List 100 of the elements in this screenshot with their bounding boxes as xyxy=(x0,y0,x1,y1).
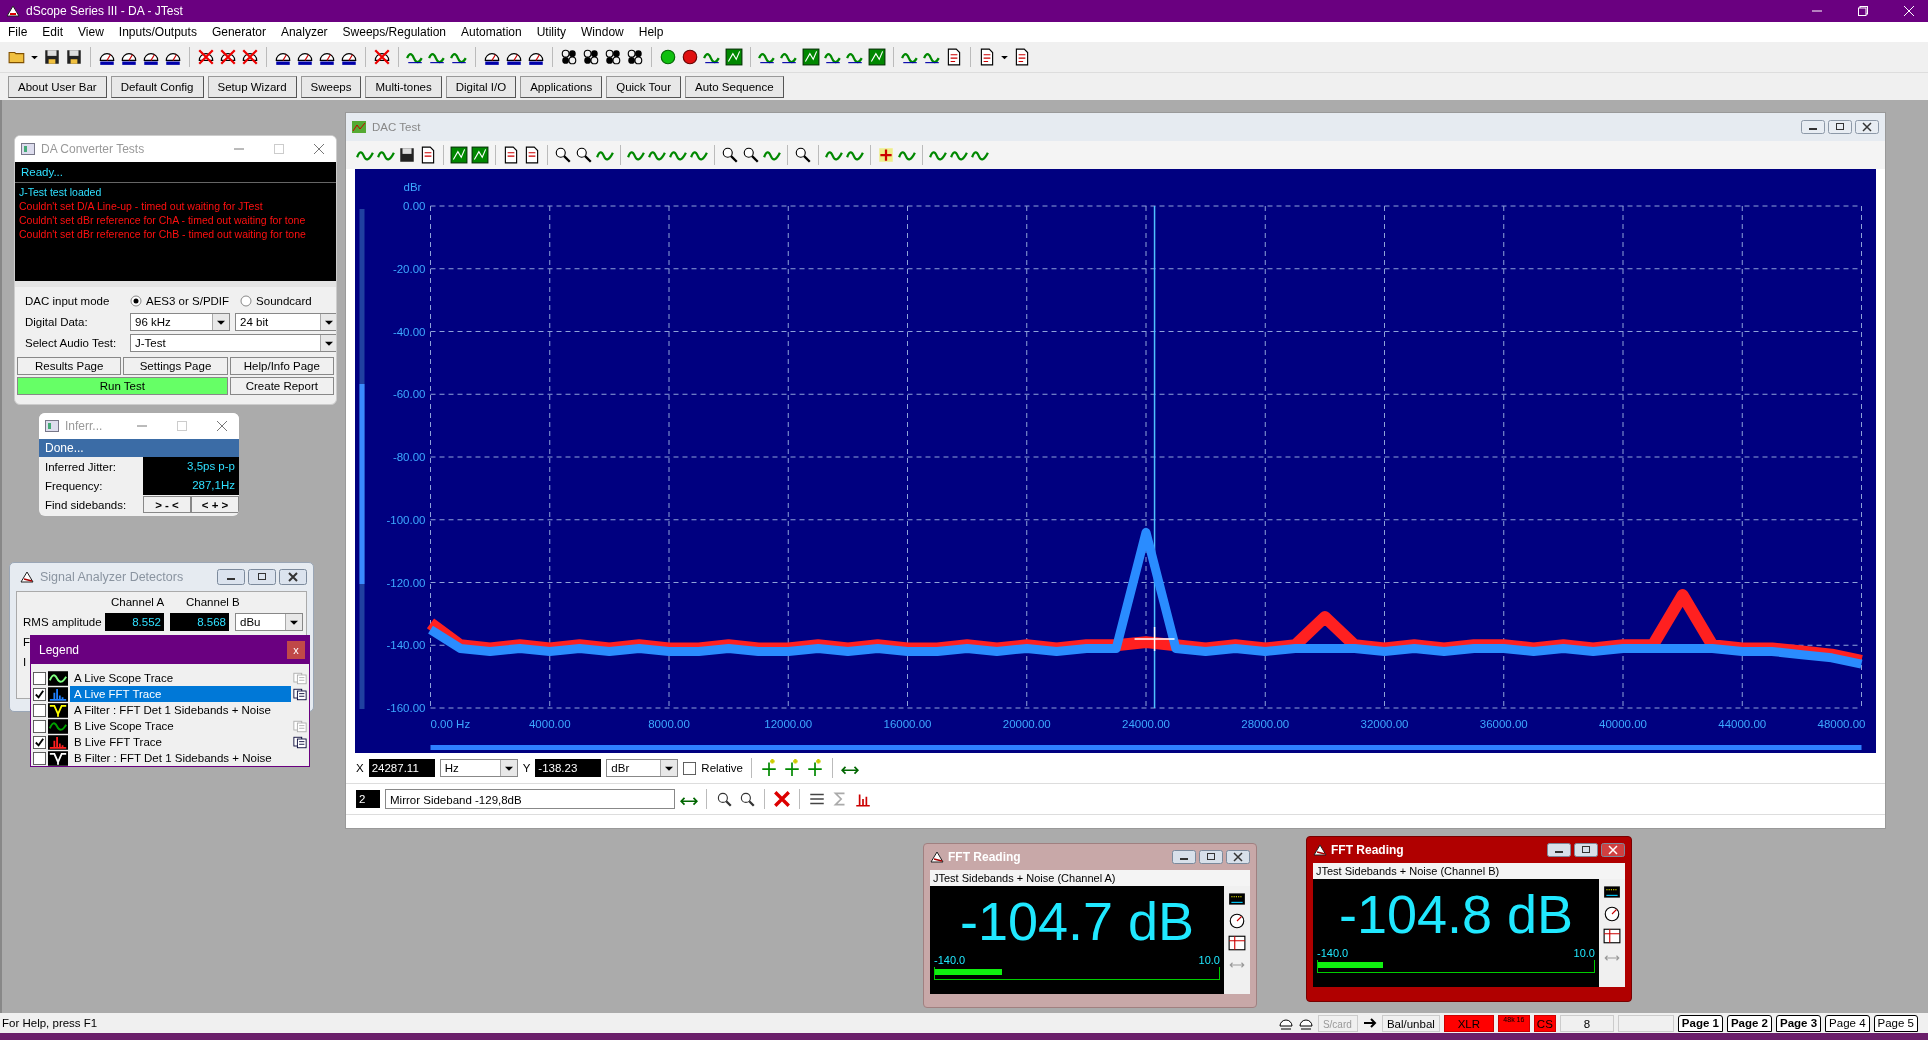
user-bar-button[interactable]: Default Config xyxy=(110,75,204,98)
legend-item[interactable]: A Live Scope Trace xyxy=(70,670,291,686)
document-icon[interactable] xyxy=(945,48,963,66)
table-icon[interactable] xyxy=(1228,934,1246,952)
close-icon[interactable] xyxy=(1601,843,1625,857)
zoom-icon[interactable] xyxy=(721,146,739,164)
copy-icon[interactable] xyxy=(293,687,307,701)
checkbox[interactable] xyxy=(683,761,697,775)
zoom-icon[interactable] xyxy=(738,790,756,808)
delete-markers-icon[interactable] xyxy=(773,790,791,808)
unit-dropdown[interactable]: dBu xyxy=(235,613,303,631)
crossed-meter-icon[interactable] xyxy=(373,48,391,66)
x-unit-dropdown[interactable]: Hz xyxy=(439,759,518,777)
close-icon[interactable] xyxy=(279,569,307,585)
legend-item[interactable]: A Filter : FFT Det 1 Sidebands + Noise xyxy=(70,702,309,718)
document-icon[interactable] xyxy=(502,146,520,164)
user-bar-button[interactable]: Auto Sequence xyxy=(685,75,784,98)
user-bar-button[interactable]: Applications xyxy=(520,75,603,98)
checkbox[interactable] xyxy=(33,703,46,717)
document-icon[interactable] xyxy=(1013,48,1031,66)
run-icon[interactable] xyxy=(659,48,677,66)
crossed-meter-icon[interactable] xyxy=(197,48,215,66)
menu-item[interactable]: Help xyxy=(638,25,664,39)
page-button[interactable]: Help/Info Page xyxy=(229,357,334,375)
page-button[interactable]: Create Report xyxy=(229,377,334,395)
radio-option[interactable]: Soundcard xyxy=(240,295,312,307)
checkbox[interactable] xyxy=(33,719,46,733)
menu-item[interactable]: View xyxy=(78,25,104,39)
minimize-icon[interactable] xyxy=(1801,120,1825,134)
user-bar-button[interactable]: About User Bar xyxy=(8,75,107,98)
minimize-icon[interactable] xyxy=(1547,843,1571,857)
y-unit-dropdown[interactable]: dBr xyxy=(606,759,679,777)
zoom-icon[interactable] xyxy=(794,146,812,164)
legend-item[interactable]: A Live FFT Trace xyxy=(70,686,291,702)
table-icon[interactable] xyxy=(1603,927,1621,945)
legend-item[interactable]: B Live FFT Trace xyxy=(70,734,291,750)
menu-item[interactable]: Edit xyxy=(42,25,64,39)
document-icon[interactable] xyxy=(978,48,996,66)
page-button[interactable]: Results Page xyxy=(17,357,122,375)
menu-item[interactable]: Generator xyxy=(211,25,266,39)
document-icon[interactable] xyxy=(523,146,541,164)
zoom-icon[interactable] xyxy=(575,146,593,164)
copy-icon[interactable] xyxy=(293,735,307,749)
close-icon[interactable] xyxy=(1226,850,1250,864)
page-tab[interactable]: Page 4 xyxy=(1825,1014,1870,1032)
page-button[interactable]: Settings Page xyxy=(123,357,228,375)
gauge-icon[interactable] xyxy=(1603,905,1621,923)
user-bar-button[interactable]: Quick Tour xyxy=(606,75,681,98)
menu-item[interactable]: Automation xyxy=(461,25,522,39)
marker-add-icon[interactable] xyxy=(759,759,778,777)
page-tab[interactable]: Page 1 xyxy=(1677,1014,1723,1032)
menu-item[interactable]: Sweeps/Regulation xyxy=(342,25,446,39)
sideband-button[interactable]: < + > xyxy=(191,496,239,513)
maximize-icon[interactable] xyxy=(248,569,276,585)
radio-option[interactable]: AES3 or S/PDIF xyxy=(130,295,230,307)
readout-icon[interactable] xyxy=(1228,890,1246,908)
menu-item[interactable]: Analyzer xyxy=(280,25,328,39)
menu-item[interactable]: File xyxy=(8,25,28,39)
checkbox[interactable] xyxy=(33,671,46,685)
zoom-icon[interactable] xyxy=(554,146,572,164)
page-tab[interactable]: Page 3 xyxy=(1776,1014,1822,1032)
legend-item[interactable]: B Filter : FFT Det 1 Sidebands + Noise xyxy=(70,750,309,766)
checkbox[interactable] xyxy=(33,735,46,749)
close-button[interactable]: x xyxy=(287,641,305,659)
menu-item[interactable]: Window xyxy=(581,25,624,39)
zoom-icon[interactable] xyxy=(715,790,733,808)
page-button[interactable]: Run Test xyxy=(17,377,228,395)
menu-item[interactable]: Inputs/Outputs xyxy=(118,25,197,39)
record-icon[interactable] xyxy=(681,48,699,66)
minimize-icon[interactable] xyxy=(1172,850,1196,864)
radio-icon[interactable] xyxy=(240,295,253,307)
chart-icon[interactable] xyxy=(868,48,886,66)
rate-dropdown[interactable]: 96 kHz xyxy=(130,313,230,331)
y-value-field[interactable]: -138.23 xyxy=(535,759,602,777)
maximize-icon[interactable] xyxy=(1574,843,1598,857)
marker-icon[interactable] xyxy=(877,146,895,164)
horizontal-scrollbar[interactable] xyxy=(430,745,1862,750)
minimize-icon[interactable] xyxy=(217,569,245,585)
maximize-icon[interactable] xyxy=(1199,850,1223,864)
test-dropdown[interactable]: J-Test xyxy=(130,334,336,352)
crossed-meter-icon[interactable] xyxy=(241,48,259,66)
x-value-field[interactable]: 24287.11 xyxy=(368,759,435,777)
chart-icon[interactable] xyxy=(725,48,743,66)
chart-icon[interactable] xyxy=(450,146,468,164)
user-bar-button[interactable]: Multi-tones xyxy=(365,75,442,98)
checkbox[interactable] xyxy=(33,687,46,701)
gauge-icon[interactable] xyxy=(1228,912,1246,930)
menu-item[interactable]: Utility xyxy=(536,25,567,39)
chart-icon[interactable] xyxy=(471,146,489,164)
chart-icon[interactable] xyxy=(802,48,820,66)
close-icon[interactable] xyxy=(1855,120,1879,134)
checkbox[interactable] xyxy=(33,751,46,765)
document-icon[interactable] xyxy=(419,146,437,164)
user-bar-button[interactable]: Digital I/O xyxy=(445,75,517,98)
page-tab[interactable]: Page 5 xyxy=(1873,1014,1918,1032)
marker-add-icon[interactable] xyxy=(782,759,801,777)
page-tab[interactable]: Page 2 xyxy=(1726,1014,1772,1032)
readout-icon[interactable] xyxy=(1603,883,1621,901)
crosshair-marker[interactable] xyxy=(1133,626,1176,652)
marker-index-field[interactable]: 2 xyxy=(356,790,380,808)
